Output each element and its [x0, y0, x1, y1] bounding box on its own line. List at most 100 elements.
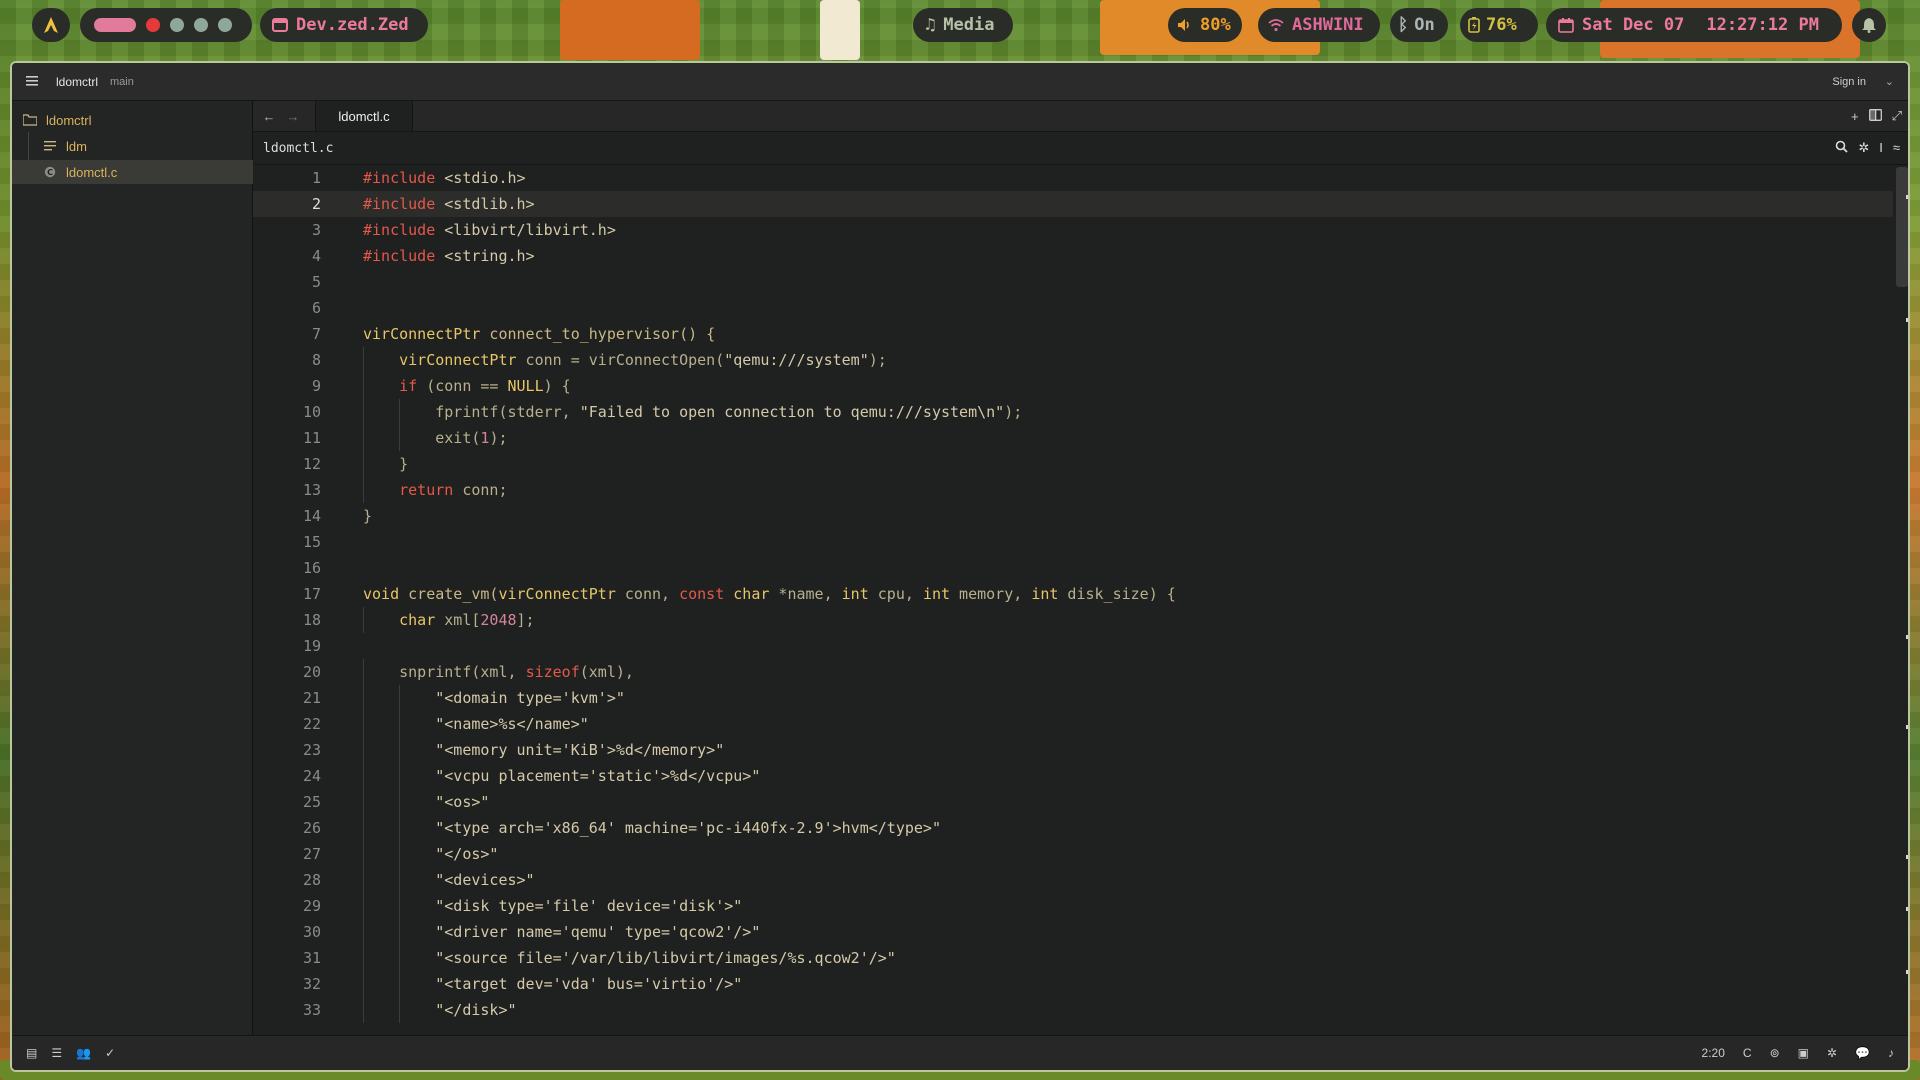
tab-ldomctl-c[interactable]: ldomctl.c [315, 101, 413, 131]
code-line[interactable]: 3 #include <libvirt/libvirt.h> [253, 217, 1893, 243]
chevron-down-icon[interactable]: ⌄ [1885, 75, 1894, 88]
scrollbar-marker [1906, 970, 1908, 974]
code-line[interactable]: 13 return conn; [253, 477, 1893, 503]
scrollbar-thumb[interactable] [1896, 167, 1908, 287]
text-cursor-icon[interactable]: I [1879, 140, 1883, 156]
code-line[interactable]: 16 [253, 555, 1893, 581]
code-token: "Failed to open connection to qemu:///sy… [579, 403, 1005, 421]
volume-widget[interactable]: 80% [1168, 8, 1242, 42]
code-text: "<source file='/var/lib/libvirt/images/%… [363, 945, 896, 971]
notifications-button[interactable] [1852, 8, 1886, 42]
code-line[interactable]: 1 #include <stdio.h> [253, 165, 1893, 191]
code-line[interactable]: 11 exit(1); [253, 425, 1893, 451]
tree-folder-root[interactable]: ldomctrl [12, 108, 262, 132]
chat-icon[interactable]: 💬 [1855, 1046, 1870, 1060]
launcher-button[interactable] [32, 8, 70, 42]
code-line[interactable]: 9 if (conn == NULL) { [253, 373, 1893, 399]
bell-icon [1862, 18, 1876, 33]
code-line[interactable]: 33 "</disk>" [253, 997, 1893, 1023]
project-panel: ldomctrl ldm C ldomctl.c [12, 101, 282, 1037]
battery-widget[interactable]: 76% [1460, 8, 1538, 42]
tree-file-ldm[interactable]: ldm [12, 134, 282, 158]
project-name[interactable]: ldomctrl [56, 75, 98, 89]
code-line[interactable]: 25 "<os>" [253, 789, 1893, 815]
code-line[interactable]: 18 char xml[2048]; [253, 607, 1893, 633]
active-window-indicator[interactable]: Dev.zed.Zed [260, 8, 428, 42]
media-widget[interactable]: ♫ Media [913, 8, 1013, 42]
assistant-icon[interactable]: ✲ [1827, 1046, 1837, 1060]
settings-sliders-icon[interactable]: ≈ [1893, 140, 1900, 156]
workspace-2[interactable] [146, 18, 160, 32]
code-line[interactable]: 5 [253, 269, 1893, 295]
code-line[interactable]: 20 snprintf(xml, sizeof(xml), [253, 659, 1893, 685]
clock-widget[interactable]: Sat Dec 07 12:27:12 PM [1546, 8, 1842, 42]
code-line[interactable]: 26 "<type arch='x86_64' machine='pc-i440… [253, 815, 1893, 841]
workspace-3[interactable] [170, 18, 184, 32]
code-line[interactable]: 22 "<name>%s</name>" [253, 711, 1893, 737]
bluetooth-status: On [1414, 15, 1435, 35]
svg-text:C: C [47, 168, 53, 177]
code-line[interactable]: 7 virConnectPtr connect_to_hypervisor() { [253, 321, 1893, 347]
cursor-position[interactable]: 2:20 [1702, 1046, 1725, 1060]
forward-arrow-icon[interactable]: → [281, 109, 305, 124]
code-token: ); [1004, 403, 1023, 421]
maximize-icon[interactable]: ⤢ [1892, 108, 1902, 124]
scrollbar-marker [1906, 907, 1908, 911]
tree-file-ldomctl-c[interactable]: C ldomctl.c [12, 160, 282, 184]
copilot-icon[interactable]: ⊚ [1770, 1046, 1780, 1060]
code-line[interactable]: 2 #include <stdlib.h> [253, 191, 1893, 217]
project-panel-toggle-icon[interactable]: ▤ [26, 1046, 37, 1060]
code-line[interactable]: 28 "<devices>" [253, 867, 1893, 893]
code-line[interactable]: 14} [253, 503, 1893, 529]
code-line[interactable]: 29 "<disk type='file' device='disk'>" [253, 893, 1893, 919]
code-line[interactable]: 8 virConnectPtr conn = virConnectOpen("q… [253, 347, 1893, 373]
back-arrow-icon[interactable]: ← [257, 109, 281, 124]
code-area[interactable]: 1 #include <stdio.h> 2 #include <stdlib.h> 3… [253, 165, 1893, 1037]
code-line[interactable]: 6 [253, 295, 1893, 321]
search-icon[interactable] [1835, 140, 1848, 156]
wifi-icon [1268, 18, 1284, 32]
hamburger-menu-icon[interactable] [26, 75, 42, 89]
outline-icon[interactable]: ☰ [51, 1046, 62, 1060]
code-token: #include [363, 221, 436, 239]
diagnostics-check-icon[interactable]: ✓ [105, 1046, 115, 1060]
status-right: 2:20 C ⊚ ▣ ✲ 💬 ♪ [1702, 1046, 1894, 1060]
code-line[interactable]: 23 "<memory unit='KiB'>%d</memory>" [253, 737, 1893, 763]
code-line[interactable]: 21 "<domain type='kvm'>" [253, 685, 1893, 711]
bluetooth-widget[interactable]: ᛒ On [1390, 8, 1448, 42]
git-branch[interactable]: main [110, 76, 134, 88]
code-line[interactable]: 15 [253, 529, 1893, 555]
wifi-widget[interactable]: ASHWINI [1258, 8, 1380, 42]
top-panel: Dev.zed.Zed ♫ Media 80% ASHWINI ᛒ On 76%… [0, 0, 1920, 50]
sign-in-button[interactable]: Sign in [1832, 76, 1866, 88]
bell-icon[interactable]: ♪ [1888, 1046, 1894, 1060]
sparkle-assistant-icon[interactable]: ✲ [1858, 140, 1869, 156]
code-token: <libvirt/libvirt.h> [435, 221, 616, 239]
breadcrumb[interactable]: ldomctl.c [263, 141, 333, 156]
workspace-4[interactable] [194, 18, 208, 32]
code-line[interactable]: 27 "</os>" [253, 841, 1893, 867]
split-pane-icon[interactable] [1868, 108, 1882, 124]
language-indicator[interactable]: C [1743, 1046, 1752, 1060]
tab-bar: ← → ldomctl.c + ⤢ [253, 101, 1908, 132]
code-line[interactable]: 12 } [253, 451, 1893, 477]
code-token: "<target dev='vda' bus='virtio'/>" [435, 975, 743, 993]
workspace-1[interactable] [94, 18, 136, 32]
code-line[interactable]: 17 void create_vm(virConnectPtr conn, con… [253, 581, 1893, 607]
line-number: 32 [302, 975, 321, 993]
terminal-icon[interactable]: ▣ [1798, 1046, 1809, 1060]
collaboration-icon[interactable]: 👥 [76, 1046, 91, 1060]
code-text: "<target dev='vda' bus='virtio'/>" [363, 971, 742, 997]
code-line[interactable]: 4 #include <string.h> [253, 243, 1893, 269]
code-line[interactable]: 31 "<source file='/var/lib/libvirt/image… [253, 945, 1893, 971]
code-line[interactable]: 19 [253, 633, 1893, 659]
calendar-icon [1558, 17, 1574, 33]
code-line[interactable]: 24 "<vcpu placement='static'>%d</vcpu>" [253, 763, 1893, 789]
vertical-scrollbar[interactable] [1896, 165, 1908, 1037]
plus-icon[interactable]: + [1851, 109, 1859, 124]
code-line[interactable]: 10 fprintf(stderr, "Failed to open conne… [253, 399, 1893, 425]
code-line[interactable]: 30 "<driver name='qemu' type='qcow2'/>" [253, 919, 1893, 945]
workspace-5[interactable] [218, 18, 232, 32]
code-line[interactable]: 32 "<target dev='vda' bus='virtio'/>" [253, 971, 1893, 997]
